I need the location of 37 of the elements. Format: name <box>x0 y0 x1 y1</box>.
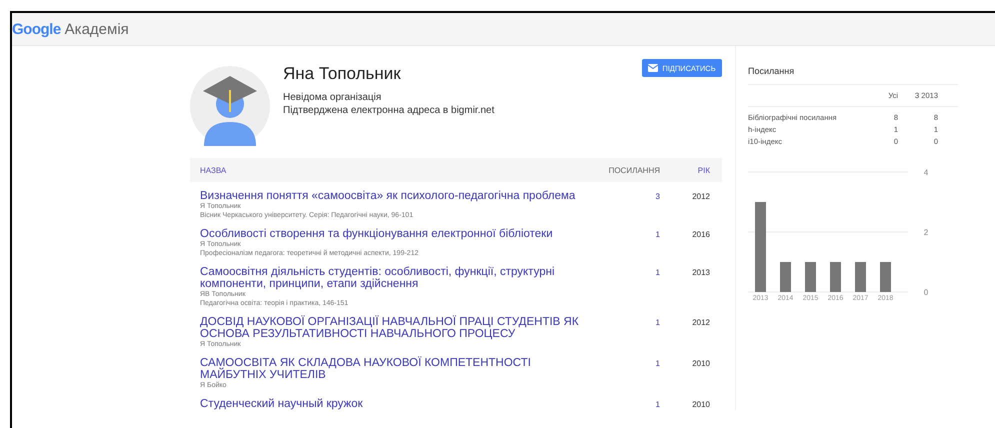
article-title-link[interactable]: САМООСВІТА ЯК СКЛАДОВА НАУКОВОЇ КОМПЕТЕНТНОСТІ МАЙБУТНІХ УЧИТЕЛІВ <box>200 357 590 381</box>
article-year: 2016 <box>691 229 711 239</box>
chart-bar[interactable] <box>755 202 766 292</box>
article-year: 2010 <box>691 358 711 368</box>
article-year: 2012 <box>691 191 711 201</box>
affiliation: Невідома організація <box>283 91 382 104</box>
chart-bar[interactable] <box>780 262 791 292</box>
chart-bar[interactable] <box>855 262 866 292</box>
mail-icon <box>648 64 658 72</box>
avatar-icon <box>190 66 270 146</box>
product-name: Академія <box>64 20 129 38</box>
column-header[interactable]: ПОСИЛАННЯ <box>590 166 660 174</box>
panel-title: Посилання <box>748 66 958 85</box>
chart-bar[interactable] <box>880 262 891 292</box>
citation-count-link[interactable]: 1 <box>590 228 660 239</box>
column-header[interactable]: РІК <box>660 166 722 174</box>
article-title-link[interactable]: Самоосвітня діяльність студентів: особливості, функції, структурні компоненти, принципи, етапи здійснення <box>200 266 590 290</box>
article-year: 2010 <box>691 399 711 409</box>
citation-count-link[interactable]: 1 <box>590 357 660 368</box>
citation-count-link[interactable]: 1 <box>590 316 660 327</box>
article-title-link[interactable]: Студенческий научный кружок <box>200 398 590 410</box>
citation-count-link[interactable]: 1 <box>590 266 660 277</box>
article-year: 2012 <box>691 317 711 327</box>
axis-tick-label: 2 <box>924 228 928 237</box>
citation-count-link[interactable]: 1 <box>590 398 660 409</box>
article-year: 2013 <box>691 267 711 277</box>
article-title-link[interactable]: Особливості створення та функціонування електронної бібліотеки <box>200 228 590 240</box>
citation-count-link[interactable]: 3 <box>590 190 660 201</box>
chart-bar[interactable] <box>830 262 841 292</box>
author-name: Яна Топольник <box>283 64 402 84</box>
column-header[interactable]: НАЗВА <box>190 166 590 174</box>
axis-tick-label: 4 <box>924 168 928 177</box>
axis-tick-label: 0 <box>924 288 928 297</box>
verified-email: Підтверджена електронна адреса в bigmir.net <box>283 104 496 117</box>
article-title-link[interactable]: Визначення поняття «самоосвіта» як психолого-педагогічна проблема <box>200 190 590 202</box>
chart-bar[interactable] <box>805 262 816 292</box>
article-title-link[interactable]: ДОСВІД НАУКОВОЇ ОРГАНІЗАЦІЇ НАВЧАЛЬНОЇ ПРАЦІ СТУДЕНТІВ ЯК ОСНОВА РЕЗУЛЬТАТИВНОСТІ НАВЧАЛЬНОГО ПРОЦЕСУ <box>200 316 590 340</box>
